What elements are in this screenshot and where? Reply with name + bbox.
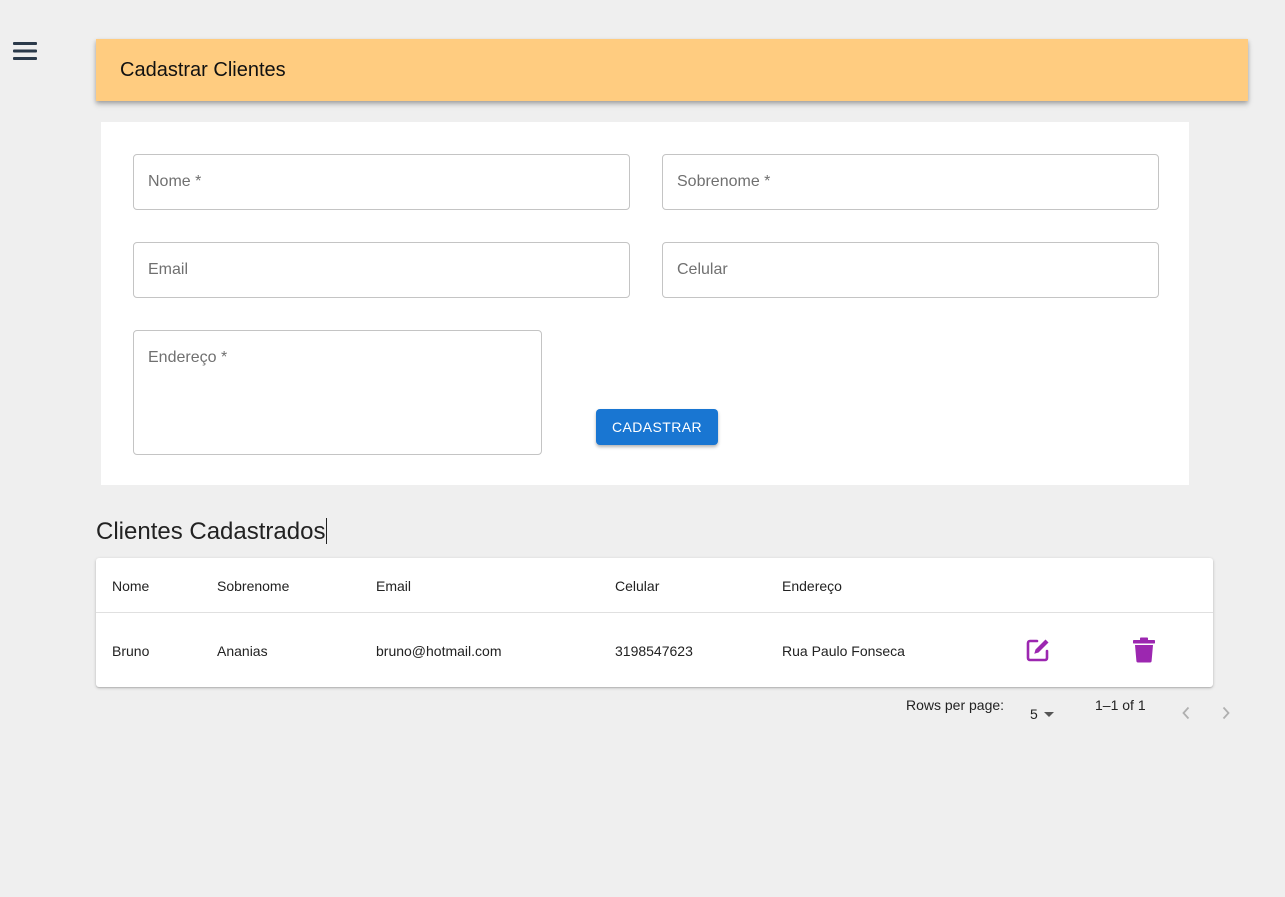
cadastrar-button[interactable]: CADASTRAR bbox=[596, 409, 718, 445]
celular-field[interactable]: Celular bbox=[662, 242, 1159, 298]
menu-button[interactable] bbox=[10, 36, 40, 66]
endereco-label: Endereço * bbox=[148, 349, 228, 366]
chevron-right-icon bbox=[1222, 706, 1230, 720]
column-header-sobrenome: Sobrenome bbox=[217, 578, 290, 594]
sobrenome-field[interactable]: Sobrenome * bbox=[662, 154, 1159, 210]
rows-per-page-value: 5 bbox=[1030, 706, 1038, 722]
pagination-range: 1–1 of 1 bbox=[1095, 697, 1146, 713]
table-header-row: Nome Sobrenome Email Celular Endereço bbox=[96, 558, 1213, 613]
chevron-left-icon bbox=[1182, 706, 1190, 720]
previous-page-button[interactable] bbox=[1176, 703, 1196, 723]
column-header-endereco: Endereço bbox=[782, 578, 842, 594]
rows-per-page-label: Rows per page: bbox=[906, 697, 1005, 713]
cell-sobrenome: Ananias bbox=[217, 643, 268, 659]
trash-icon bbox=[1133, 637, 1155, 663]
dropdown-arrow-icon bbox=[1043, 712, 1054, 717]
table-row: Bruno Ananias bruno@hotmail.com 31985476… bbox=[96, 613, 1213, 687]
edit-button[interactable] bbox=[1021, 633, 1055, 667]
column-header-nome: Nome bbox=[112, 578, 150, 594]
clients-table: Nome Sobrenome Email Celular Endereço Br… bbox=[96, 558, 1213, 687]
celular-label: Celular bbox=[677, 261, 728, 278]
cell-celular: 3198547623 bbox=[615, 643, 693, 659]
page-header: Cadastrar Clientes bbox=[96, 39, 1248, 101]
email-label: Email bbox=[148, 261, 189, 278]
nome-field[interactable]: Nome * bbox=[133, 154, 630, 210]
edit-icon bbox=[1026, 639, 1049, 662]
next-page-button[interactable] bbox=[1216, 703, 1236, 723]
cell-nome: Bruno bbox=[112, 643, 150, 659]
nome-label: Nome * bbox=[148, 173, 202, 190]
delete-button[interactable] bbox=[1127, 633, 1161, 667]
endereco-field[interactable]: Endereço * bbox=[133, 330, 542, 455]
sobrenome-label: Sobrenome * bbox=[677, 173, 771, 190]
cell-endereco: Rua Paulo Fonseca bbox=[782, 643, 905, 659]
column-header-celular: Celular bbox=[615, 578, 660, 594]
rows-per-page-select[interactable]: 5 bbox=[1030, 704, 1064, 724]
email-field[interactable]: Email bbox=[133, 242, 630, 298]
list-title-text: Clientes Cadastrados bbox=[96, 518, 326, 545]
column-header-email: Email bbox=[376, 578, 412, 594]
client-form: Nome * Sobrenome * Email Celular Endereç… bbox=[101, 122, 1189, 485]
text-caret bbox=[326, 518, 328, 544]
cell-email: bruno@hotmail.com bbox=[376, 643, 502, 659]
list-title: Clientes Cadastrados bbox=[96, 518, 328, 546]
hamburger-menu-icon bbox=[13, 42, 37, 60]
page-title: Cadastrar Clientes bbox=[120, 58, 286, 81]
